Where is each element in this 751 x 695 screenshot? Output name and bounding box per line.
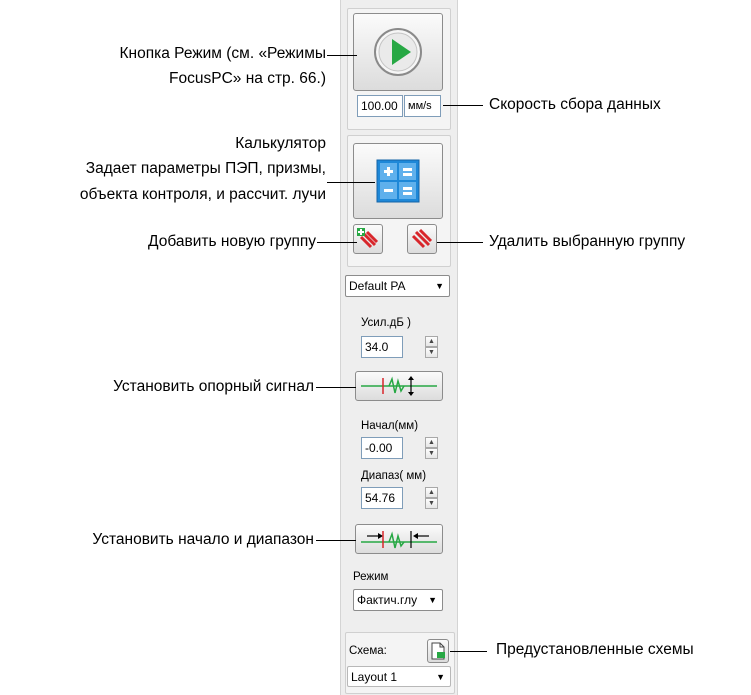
mode-label: Режим xyxy=(353,571,389,583)
calculator-leader xyxy=(327,182,375,183)
start-range-leader xyxy=(316,540,356,541)
start-spin-up[interactable]: ▲ xyxy=(425,437,438,448)
reference-caption: Установить опорный сигнал xyxy=(113,378,314,395)
chevron-down-icon: ▼ xyxy=(428,595,437,605)
start-label: Начал(мм) xyxy=(361,420,419,432)
range-spin-up[interactable]: ▲ xyxy=(425,487,438,498)
start-spin-down[interactable]: ▼ xyxy=(425,448,438,459)
control-panel: 100.00 мм/s Default PA ▼ Усил.дБ) 34.0 … xyxy=(340,0,458,695)
delete-group-caption: Удалить выбранную группу xyxy=(489,233,686,250)
gain-input[interactable]: 34.0 xyxy=(361,336,403,358)
start-range-button[interactable] xyxy=(355,524,443,554)
start-range-caption: Установить начало и диапазон xyxy=(92,531,314,548)
calculator-caption-line1: Калькулятор xyxy=(235,135,326,152)
add-group-caption: Добавить новую группу xyxy=(148,233,316,250)
setup-select[interactable]: Default PA ▼ xyxy=(345,275,450,297)
delete-group-icon xyxy=(411,228,433,249)
document-icon xyxy=(431,642,445,660)
mode-select[interactable]: Фактич.глу ▼ xyxy=(353,589,443,611)
range-input[interactable]: 54.76 xyxy=(361,487,403,509)
range-label: Диапаз( мм) xyxy=(361,470,427,482)
gain-label: Усил.дБ ) xyxy=(361,317,411,329)
speed-leader xyxy=(443,105,483,106)
speed-caption: Скорость сбора данных xyxy=(489,96,661,113)
start-input[interactable]: -0.00 xyxy=(361,437,403,459)
gain-spin-up[interactable]: ▲ xyxy=(425,336,438,347)
add-group-icon xyxy=(357,228,379,249)
layout-select[interactable]: Layout 1 ▼ xyxy=(347,666,451,687)
calculator-icon xyxy=(376,159,420,203)
start-range-icon xyxy=(361,531,437,549)
add-group-leader xyxy=(317,242,357,243)
reference-signal-icon xyxy=(361,376,437,396)
setup-select-value: Default PA xyxy=(349,279,406,293)
mode-button-caption-line1: Кнопка Режим (см. «Режимы xyxy=(119,45,326,62)
speed-unit-label: мм/s xyxy=(404,95,441,117)
add-group-button[interactable] xyxy=(353,224,383,254)
layout-select-value: Layout 1 xyxy=(351,670,398,684)
preset-layouts-leader xyxy=(450,651,487,652)
play-icon xyxy=(374,28,422,76)
delete-group-button[interactable] xyxy=(407,224,437,254)
chevron-down-icon: ▼ xyxy=(436,672,445,682)
calculator-caption-line3: объекта контроля, и рассчит. лучи xyxy=(79,186,326,203)
mode-button-caption-line2: FocusPC» на стр. 66.) xyxy=(169,70,326,87)
mode-select-value: Фактич.глу xyxy=(357,593,418,607)
delete-group-leader xyxy=(437,242,483,243)
range-spin-down[interactable]: ▼ xyxy=(425,498,438,509)
mode-button-leader xyxy=(327,55,357,56)
layout-label: Схема: xyxy=(349,645,387,657)
speed-input[interactable]: 100.00 xyxy=(357,95,403,117)
reference-leader xyxy=(316,387,356,388)
reference-signal-button[interactable] xyxy=(355,371,443,401)
gain-spin-down[interactable]: ▼ xyxy=(425,347,438,358)
chevron-down-icon: ▼ xyxy=(435,281,444,291)
preset-layouts-caption: Предустановленные схемы xyxy=(496,641,694,658)
mode-button[interactable] xyxy=(353,13,443,91)
calculator-caption-line2: Задает параметры ПЭП, призмы, xyxy=(85,160,326,177)
calculator-button[interactable] xyxy=(353,143,443,219)
preset-layouts-button[interactable] xyxy=(427,639,449,663)
